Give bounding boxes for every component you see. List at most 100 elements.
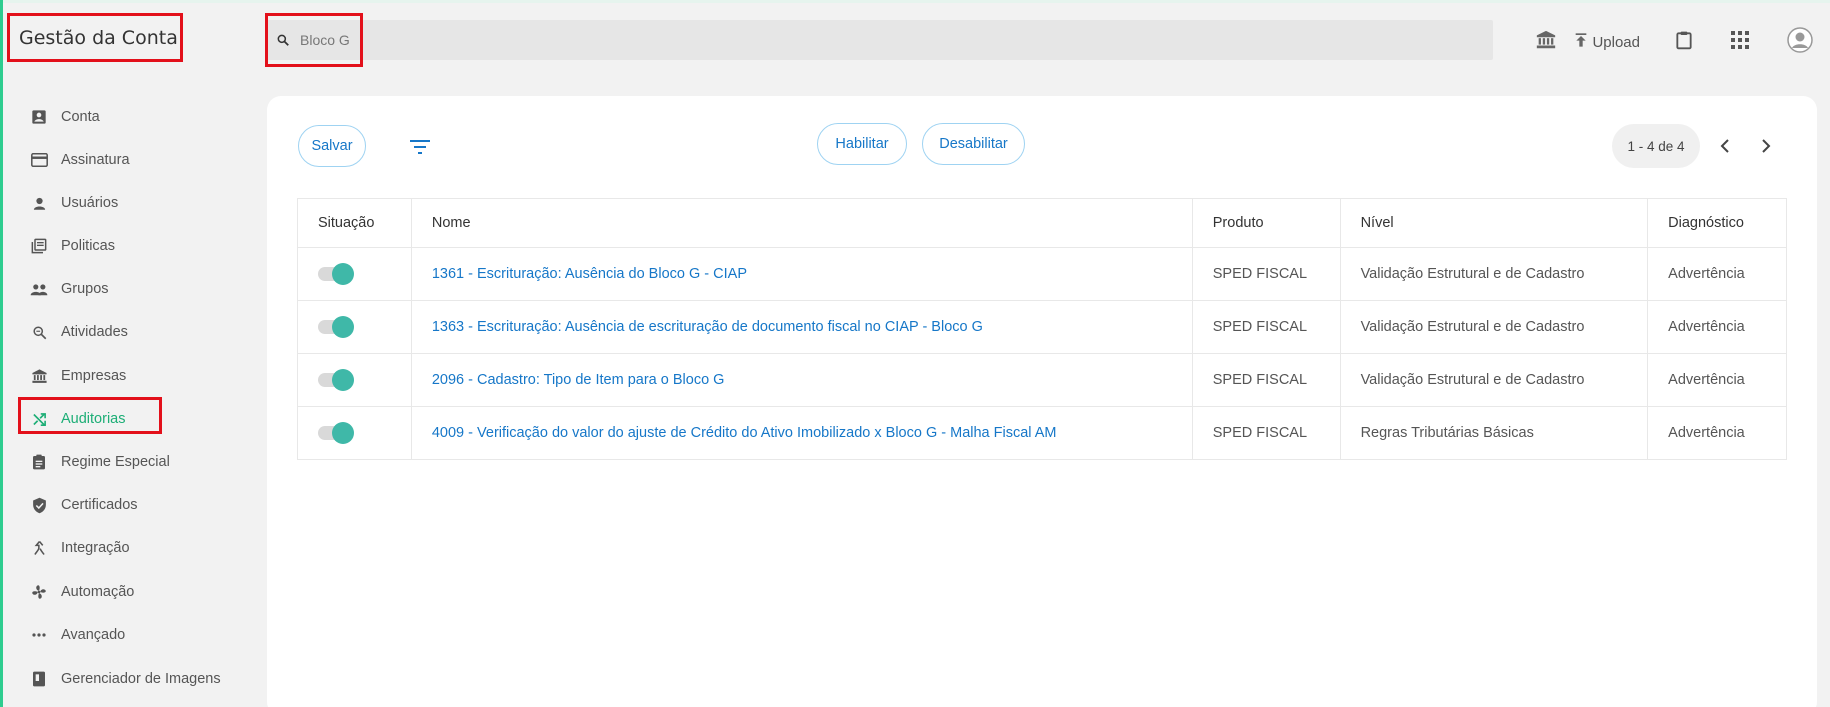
pagination-info: 1 - 4 de 4 — [1612, 124, 1700, 168]
toggle-knob — [332, 422, 354, 444]
search-highlight — [265, 13, 363, 67]
sidebar-item-label: Certificados — [61, 497, 138, 513]
table-row: 2096 - Cadastro: Tipo de Item para o Blo… — [298, 353, 1786, 406]
column-header-diagnostico: Diagnóstico — [1647, 199, 1786, 247]
status-cell — [298, 407, 411, 459]
audit-name-link[interactable]: 1361 - Escrituração: Ausência do Bloco G… — [432, 266, 747, 282]
sidebar-item-regime-especial[interactable]: Regime Especial — [30, 447, 170, 477]
enabled-toggle[interactable] — [318, 422, 354, 444]
sidebar-item-label: Assinatura — [61, 152, 130, 168]
left-accent-bar — [0, 0, 3, 707]
sidebar-item-politicas[interactable]: Politicas — [30, 231, 115, 261]
sidebar-item-label: Empresas — [61, 368, 127, 384]
product-cell: SPED FISCAL — [1191, 407, 1340, 459]
merge-icon — [30, 539, 48, 557]
bank-button[interactable] — [1533, 27, 1559, 53]
diagnosis-cell: Advertência — [1647, 248, 1786, 300]
filter-icon — [410, 140, 430, 154]
status-cell — [298, 301, 411, 353]
sidebar-item-grupos[interactable]: Grupos — [30, 274, 109, 304]
status-cell — [298, 354, 411, 406]
sidebar-item-label: Usuários — [61, 195, 119, 211]
sidebar-item-label: Gerenciador de Imagens — [61, 671, 221, 687]
clipboard-button[interactable] — [1672, 28, 1696, 52]
sidebar-item-atividades[interactable]: Atividades — [30, 317, 128, 347]
audit-name-link[interactable]: 4009 - Verificação do valor do ajuste de… — [432, 425, 1057, 441]
column-header-nivel: Nível — [1339, 199, 1648, 247]
search-input[interactable] — [300, 32, 360, 48]
apps-grid-button[interactable] — [1728, 28, 1752, 52]
sidebar-item-certificados[interactable]: Certificados — [30, 490, 138, 520]
product-cell: SPED FISCAL — [1191, 354, 1340, 406]
shuffle-icon — [30, 410, 48, 428]
enabled-toggle[interactable] — [318, 263, 354, 285]
sidebar-item-conta[interactable]: Conta — [30, 102, 100, 132]
filter-button[interactable] — [405, 132, 435, 162]
audits-card: Salvar Habilitar Desabilitar 1 - 4 de 4 … — [267, 96, 1817, 707]
person-icon — [30, 194, 48, 212]
apps-grid-icon — [1731, 31, 1749, 49]
enabled-toggle[interactable] — [318, 369, 354, 391]
save-button[interactable]: Salvar — [298, 125, 366, 167]
credit-card-icon — [30, 151, 48, 169]
upload-label: Upload — [1592, 33, 1640, 51]
toggle-knob — [332, 369, 354, 391]
level-cell: Validação Estrutural e de Cadastro — [1339, 354, 1648, 406]
header-actions: Upload — [1533, 22, 1830, 58]
enabled-toggle[interactable] — [318, 316, 354, 338]
table-row: 4009 - Verificação do valor do ajuste de… — [298, 406, 1786, 459]
verified-shield-icon — [30, 496, 48, 514]
fan-icon — [30, 583, 48, 601]
app-title-highlight: Gestão da Conta — [7, 13, 183, 62]
account-box-icon — [30, 108, 48, 126]
column-header-nome: Nome — [410, 199, 1192, 247]
diagnosis-cell: Advertência — [1647, 354, 1786, 406]
app-title: Gestão da Conta — [19, 26, 178, 49]
level-cell: Validação Estrutural e de Cadastro — [1339, 248, 1648, 300]
sidebar-item-integracao[interactable]: Integração — [30, 533, 130, 563]
bank-icon — [1537, 30, 1556, 49]
sidebar-item-label: Grupos — [61, 281, 109, 297]
sidebar-item-label: Auditorias — [61, 411, 126, 427]
name-cell: 4009 - Verificação do valor do ajuste de… — [410, 407, 1192, 459]
status-cell — [298, 248, 411, 300]
top-border — [0, 0, 1830, 3]
table-header-row: Situação Nome Produto Nível Diagnóstico — [298, 199, 1786, 247]
sidebar-item-label: Politicas — [61, 238, 115, 254]
enable-button[interactable]: Habilitar — [817, 123, 907, 165]
chevron-left-icon — [1720, 139, 1729, 153]
user-avatar-button[interactable] — [1786, 26, 1814, 54]
sidebar-item-assinatura[interactable]: Assinatura — [30, 145, 130, 175]
disable-button[interactable]: Desabilitar — [922, 123, 1025, 165]
sidebar-item-empresas[interactable]: Empresas — [30, 361, 126, 391]
sidebar-item-usuarios[interactable]: Usuários — [30, 188, 118, 218]
product-cell: SPED FISCAL — [1191, 301, 1340, 353]
library-books-icon — [30, 237, 48, 255]
avatar-icon — [1787, 27, 1813, 53]
clipboard-icon — [1676, 31, 1692, 50]
search-bar[interactable] — [266, 20, 1493, 60]
sidebar-item-auditorias[interactable]: Auditorias — [30, 404, 125, 434]
toggle-knob — [332, 263, 354, 285]
toggle-knob — [332, 316, 354, 338]
table-row: 1361 - Escrituração: Ausência do Bloco G… — [298, 247, 1786, 300]
diagnosis-cell: Advertência — [1647, 407, 1786, 459]
sidebar-item-gerenciador-de-imagens[interactable]: Gerenciador de Imagens — [30, 664, 221, 694]
name-cell: 2096 - Cadastro: Tipo de Item para o Blo… — [410, 354, 1192, 406]
sidebar-item-automacao[interactable]: Automação — [30, 577, 134, 607]
name-cell: 1363 - Escrituração: Ausência de escritu… — [410, 301, 1192, 353]
upload-button[interactable]: Upload — [1573, 30, 1640, 51]
sidebar-item-avancado[interactable]: Avançado — [30, 620, 125, 650]
sidebar-item-label: Automação — [61, 584, 135, 600]
audit-name-link[interactable]: 1363 - Escrituração: Ausência de escritu… — [432, 319, 983, 335]
table-row: 1363 - Escrituração: Ausência de escritu… — [298, 300, 1786, 353]
zoom-search-icon — [30, 323, 48, 341]
next-page-button[interactable] — [1752, 132, 1780, 160]
group-icon — [30, 280, 48, 298]
diagnosis-cell: Advertência — [1647, 301, 1786, 353]
audit-name-link[interactable]: 2096 - Cadastro: Tipo de Item para o Blo… — [432, 372, 725, 388]
product-cell: SPED FISCAL — [1191, 248, 1340, 300]
image-book-icon — [30, 670, 48, 688]
column-header-produto: Produto — [1191, 199, 1340, 247]
prev-page-button[interactable] — [1711, 132, 1739, 160]
